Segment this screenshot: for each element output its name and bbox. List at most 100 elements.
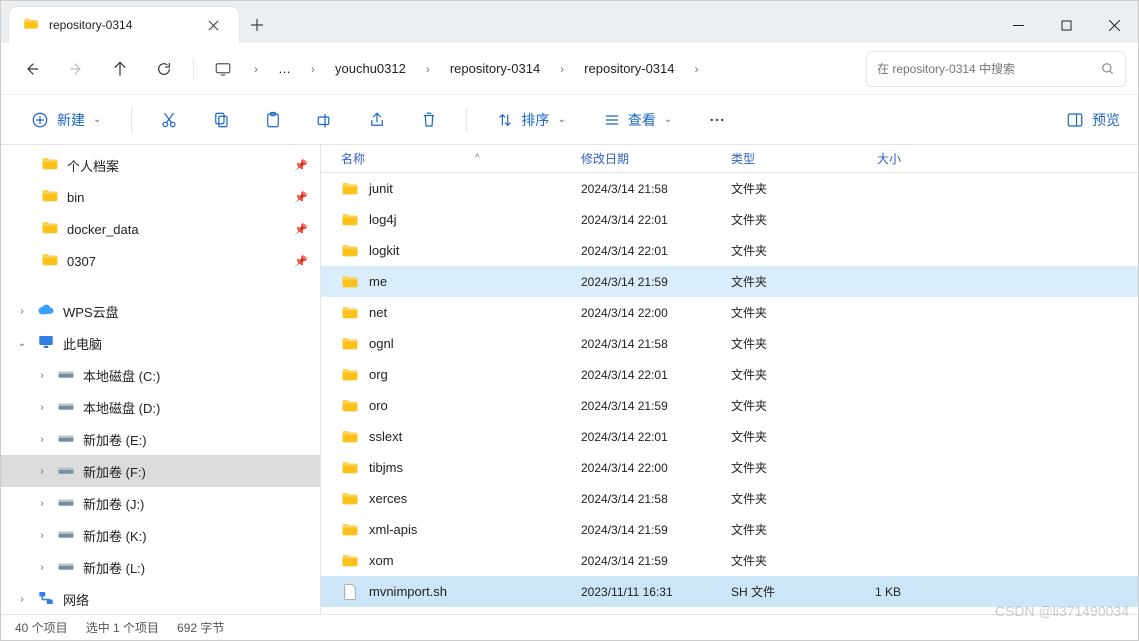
share-button[interactable] bbox=[358, 102, 396, 138]
sidebar-item[interactable]: ›新加卷 (E:) bbox=[1, 423, 320, 455]
chevron-right-icon[interactable]: › bbox=[689, 62, 705, 76]
file-row[interactable]: sslext2024/3/14 22:01文件夹 bbox=[321, 421, 1138, 452]
chevron-down-icon: ⌄ bbox=[664, 114, 672, 125]
content-body: 个人档案📌bin📌docker_data📌0307📌›WPS云盘⌄此电脑›本地磁… bbox=[1, 145, 1138, 614]
file-name: net bbox=[369, 305, 387, 320]
preview-button[interactable]: 预览 bbox=[1066, 110, 1120, 130]
file-row[interactable]: xml-apis2024/3/14 21:59文件夹 bbox=[321, 514, 1138, 545]
sort-button[interactable]: 排序⌄ bbox=[485, 102, 577, 138]
column-size[interactable]: 大小 bbox=[841, 150, 921, 167]
breadcrumb-1[interactable]: repository-0314 bbox=[442, 51, 548, 87]
status-size: 692 字节 bbox=[177, 619, 224, 636]
expand-chevron-icon[interactable]: › bbox=[35, 562, 49, 573]
drive-icon bbox=[57, 365, 75, 386]
sidebar-item[interactable]: ›本地磁盘 (D:) bbox=[1, 391, 320, 423]
file-row[interactable]: tibjms2024/3/14 22:00文件夹 bbox=[321, 452, 1138, 483]
file-name: tibjms bbox=[369, 460, 403, 475]
file-row[interactable]: org2024/3/14 22:01文件夹 bbox=[321, 359, 1138, 390]
delete-button[interactable] bbox=[410, 102, 448, 138]
expand-chevron-icon[interactable]: › bbox=[35, 498, 49, 509]
new-icon bbox=[31, 111, 49, 129]
sidebar-item[interactable]: ⌄此电脑 bbox=[1, 327, 320, 359]
tab-active[interactable]: repository-0314 bbox=[9, 7, 239, 43]
file-row[interactable]: junit2024/3/14 21:58文件夹 bbox=[321, 173, 1138, 204]
file-row[interactable]: logkit2024/3/14 22:01文件夹 bbox=[321, 235, 1138, 266]
new-tab-button[interactable] bbox=[239, 7, 275, 43]
sidebar-item[interactable]: docker_data📌 bbox=[1, 213, 320, 245]
expand-chevron-icon[interactable]: › bbox=[15, 306, 29, 317]
file-row[interactable]: oro2024/3/14 21:59文件夹 bbox=[321, 390, 1138, 421]
sidebar-item[interactable]: › 新加卷 (K:) bbox=[1, 519, 320, 551]
expand-chevron-icon[interactable]: › bbox=[35, 466, 49, 477]
expand-chevron-icon[interactable]: › bbox=[35, 530, 49, 541]
tab-close-button[interactable] bbox=[201, 13, 225, 37]
copy-button[interactable] bbox=[202, 102, 240, 138]
tree-label: 新加卷 (K:) bbox=[83, 526, 147, 545]
more-button[interactable] bbox=[698, 102, 736, 138]
rename-button[interactable] bbox=[306, 102, 344, 138]
paste-button[interactable] bbox=[254, 102, 292, 138]
file-row[interactable]: net2024/3/14 22:00文件夹 bbox=[321, 297, 1138, 328]
chevron-right-icon[interactable]: › bbox=[420, 62, 436, 76]
sidebar[interactable]: 个人档案📌bin📌docker_data📌0307📌›WPS云盘⌄此电脑›本地磁… bbox=[1, 145, 321, 614]
expand-chevron-icon[interactable]: › bbox=[35, 370, 49, 381]
file-row[interactable]: mvnimport.sh2023/11/11 16:31SH 文件1 KB bbox=[321, 576, 1138, 607]
drive-icon bbox=[57, 397, 75, 418]
tree-label: docker_data bbox=[67, 222, 139, 237]
back-button[interactable] bbox=[13, 51, 51, 87]
sidebar-item[interactable]: ›新加卷 (J:) bbox=[1, 487, 320, 519]
chevron-right-icon[interactable]: › bbox=[248, 62, 264, 76]
sidebar-item[interactable]: ›新加卷 (F:) bbox=[1, 455, 320, 487]
file-row[interactable]: ognl2024/3/14 21:58文件夹 bbox=[321, 328, 1138, 359]
chevron-right-icon[interactable]: › bbox=[305, 62, 321, 76]
file-list[interactable]: junit2024/3/14 21:58文件夹log4j2024/3/14 22… bbox=[321, 173, 1138, 614]
refresh-button[interactable] bbox=[145, 51, 183, 87]
sidebar-item[interactable]: ›新加卷 (L:) bbox=[1, 551, 320, 583]
search-input[interactable] bbox=[877, 62, 1101, 76]
close-window-button[interactable] bbox=[1090, 7, 1138, 43]
maximize-button[interactable] bbox=[1042, 7, 1090, 43]
sidebar-item[interactable]: 个人档案📌 bbox=[1, 149, 320, 181]
breadcrumb-2[interactable]: repository-0314 bbox=[576, 51, 682, 87]
file-name: oro bbox=[369, 398, 388, 413]
chevron-right-icon[interactable]: › bbox=[554, 62, 570, 76]
up-button[interactable] bbox=[101, 51, 139, 87]
arrow-right-icon bbox=[68, 61, 84, 77]
file-row[interactable]: me2024/3/14 21:59文件夹 bbox=[321, 266, 1138, 297]
file-type: 文件夹 bbox=[731, 366, 841, 383]
sidebar-item[interactable]: ›WPS云盘 bbox=[1, 295, 320, 327]
sidebar-item[interactable]: 0307📌 bbox=[1, 245, 320, 277]
file-type: 文件夹 bbox=[731, 459, 841, 476]
column-type[interactable]: 类型 bbox=[731, 150, 841, 167]
drive-icon bbox=[57, 525, 75, 546]
file-date: 2024/3/14 21:58 bbox=[581, 182, 731, 196]
cut-button[interactable] bbox=[150, 102, 188, 138]
breadcrumb-0[interactable]: youchu0312 bbox=[327, 51, 414, 87]
sidebar-item[interactable]: ›网络 bbox=[1, 583, 320, 614]
folder-icon bbox=[341, 490, 359, 508]
new-button[interactable]: 新建 ⌄ bbox=[19, 102, 113, 138]
expand-chevron-icon[interactable]: › bbox=[35, 434, 49, 445]
column-date[interactable]: 修改日期 bbox=[581, 150, 731, 167]
file-row[interactable]: xerces2024/3/14 21:58文件夹 bbox=[321, 483, 1138, 514]
refresh-icon bbox=[156, 61, 172, 77]
expand-chevron-icon[interactable]: › bbox=[15, 594, 29, 605]
expand-chevron-icon[interactable]: ⌄ bbox=[15, 338, 29, 349]
file-type: 文件夹 bbox=[731, 335, 841, 352]
expand-chevron-icon[interactable]: › bbox=[35, 402, 49, 413]
sidebar-item[interactable]: › 本地磁盘 (C:) bbox=[1, 359, 320, 391]
file-row[interactable]: xom2024/3/14 21:59文件夹 bbox=[321, 545, 1138, 576]
toolbar: 新建 ⌄ 排序⌄ 查看⌄ 预览 bbox=[1, 95, 1138, 145]
view-button[interactable]: 查看⌄ bbox=[592, 102, 684, 138]
sidebar-item[interactable]: bin📌 bbox=[1, 181, 320, 213]
folder-icon bbox=[341, 397, 359, 415]
file-row[interactable]: log4j2024/3/14 22:01文件夹 bbox=[321, 204, 1138, 235]
file-size: 1 KB bbox=[841, 585, 921, 599]
forward-button[interactable] bbox=[57, 51, 95, 87]
column-name[interactable]: 名称^ bbox=[321, 150, 581, 167]
search-box[interactable] bbox=[866, 51, 1126, 87]
crumb-ellipsis[interactable]: … bbox=[270, 51, 299, 87]
minimize-button[interactable] bbox=[994, 7, 1042, 43]
pc-crumb-icon[interactable] bbox=[204, 51, 242, 87]
tree-label: 本地磁盘 (C:) bbox=[83, 366, 160, 385]
